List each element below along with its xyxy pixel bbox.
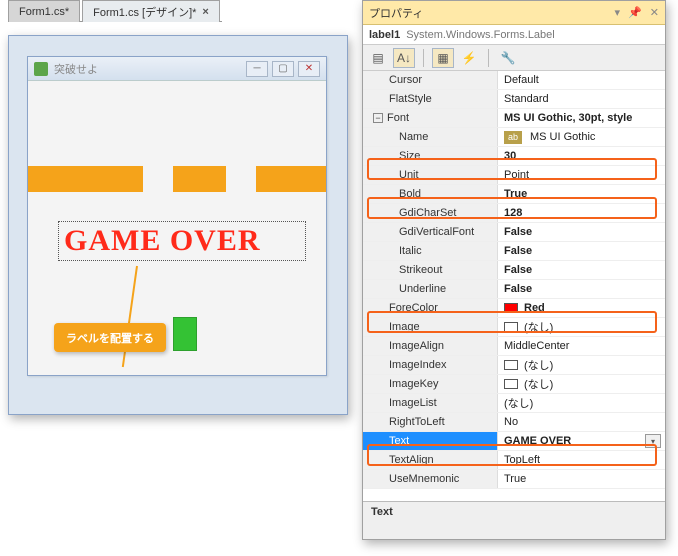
prop-row-font-name[interactable]: NameabMS UI Gothic — [363, 128, 665, 147]
close-icon[interactable]: ✕ — [650, 6, 659, 19]
green-paddle[interactable] — [173, 317, 197, 351]
prop-row-usemnemonic[interactable]: UseMnemonicTrue — [363, 470, 665, 489]
dropdown-icon[interactable]: ▾ — [645, 434, 661, 448]
game-over-label[interactable]: GAME OVER — [64, 224, 261, 258]
orange-block[interactable] — [256, 166, 326, 192]
prop-row-imagelist[interactable]: ImageList(なし) — [363, 394, 665, 413]
prop-row-font-bold[interactable]: BoldTrue — [363, 185, 665, 204]
prop-row-righttoleft[interactable]: RightToLeftNo — [363, 413, 665, 432]
orange-block[interactable] — [28, 166, 143, 192]
tab-label: Form1.cs [デザイン]* — [93, 4, 196, 20]
image-swatch-icon — [504, 360, 518, 370]
properties-icon[interactable]: ▦ — [432, 48, 454, 68]
prop-row-font-underline[interactable]: UnderlineFalse — [363, 280, 665, 299]
prop-row-font-gdivf[interactable]: GdiVerticalFontFalse — [363, 223, 665, 242]
object-type: System.Windows.Forms.Label — [406, 29, 555, 41]
pin-icon[interactable]: 📌 — [628, 6, 642, 19]
separator — [423, 49, 424, 67]
color-swatch-icon — [504, 303, 518, 313]
minimize-icon[interactable]: ─ — [246, 61, 268, 77]
designer-surface: 突破せよ ─ ▢ ✕ GAME OVER ラベルを配置する — [8, 35, 348, 415]
font-sample-icon: ab — [504, 131, 522, 144]
description-header: Text — [371, 506, 393, 518]
properties-panel: プロパティ ▾ 📌 ✕ label1 System.Windows.Forms.… — [362, 0, 666, 540]
document-tab-bar: Form1.cs* Form1.cs [デザイン]* × — [8, 0, 222, 22]
prop-row-font[interactable]: −FontMS UI Gothic, 30pt, style — [363, 109, 665, 128]
collapse-icon[interactable]: − — [373, 113, 383, 123]
prop-row-font-size[interactable]: Size30 — [363, 147, 665, 166]
tab-form1-cs[interactable]: Form1.cs* — [8, 0, 80, 22]
panel-title-text: プロパティ — [369, 5, 423, 21]
tab-label: Form1.cs* — [19, 6, 69, 18]
object-selector[interactable]: label1 System.Windows.Forms.Label — [363, 25, 665, 45]
tab-form1-design[interactable]: Form1.cs [デザイン]* × — [82, 0, 220, 22]
annotation-callout: ラベルを配置する — [54, 323, 166, 352]
maximize-icon[interactable]: ▢ — [272, 61, 294, 77]
prop-row-textalign[interactable]: TextAlignTopLeft — [363, 451, 665, 470]
image-swatch-icon — [504, 379, 518, 389]
property-grid[interactable]: CursorDefault FlatStyleStandard −FontMS … — [363, 71, 665, 501]
close-icon[interactable]: ✕ — [298, 61, 320, 77]
prop-row-font-strikeout[interactable]: StrikeoutFalse — [363, 261, 665, 280]
dropdown-icon[interactable]: ▾ — [615, 6, 621, 19]
prop-row-image[interactable]: Image(なし) — [363, 318, 665, 337]
prop-row-text[interactable]: TextGAME OVER▾ — [363, 432, 665, 451]
form-titlebar: 突破せよ ─ ▢ ✕ — [28, 57, 326, 81]
properties-toolbar: ▤ A↓ ▦ ⚡ 🔧 — [363, 45, 665, 71]
categorized-icon[interactable]: ▤ — [367, 48, 389, 68]
prop-row-cursor[interactable]: CursorDefault — [363, 71, 665, 90]
form-icon — [34, 62, 48, 76]
form-title-text: 突破せよ — [54, 61, 98, 77]
image-swatch-icon — [504, 322, 518, 332]
separator — [488, 49, 489, 67]
prop-row-imagealign[interactable]: ImageAlignMiddleCenter — [363, 337, 665, 356]
prop-row-flatstyle[interactable]: FlatStyleStandard — [363, 90, 665, 109]
orange-block[interactable] — [173, 166, 226, 192]
prop-row-font-gdicharset[interactable]: GdiCharSet128 — [363, 204, 665, 223]
prop-row-imagekey[interactable]: ImageKey(なし) — [363, 375, 665, 394]
prop-row-font-unit[interactable]: UnitPoint — [363, 166, 665, 185]
prop-row-forecolor[interactable]: ForeColorRed — [363, 299, 665, 318]
close-icon[interactable]: × — [202, 6, 208, 18]
alphabetical-icon[interactable]: A↓ — [393, 48, 415, 68]
callout-text: ラベルを配置する — [66, 333, 154, 345]
prop-row-font-italic[interactable]: ItalicFalse — [363, 242, 665, 261]
property-pages-icon[interactable]: 🔧 — [497, 48, 519, 68]
property-description: Text — [363, 501, 665, 539]
prop-row-imageindex[interactable]: ImageIndex(なし) — [363, 356, 665, 375]
events-icon[interactable]: ⚡ — [458, 48, 480, 68]
properties-panel-title: プロパティ ▾ 📌 ✕ — [363, 1, 665, 25]
object-name: label1 — [369, 29, 400, 41]
